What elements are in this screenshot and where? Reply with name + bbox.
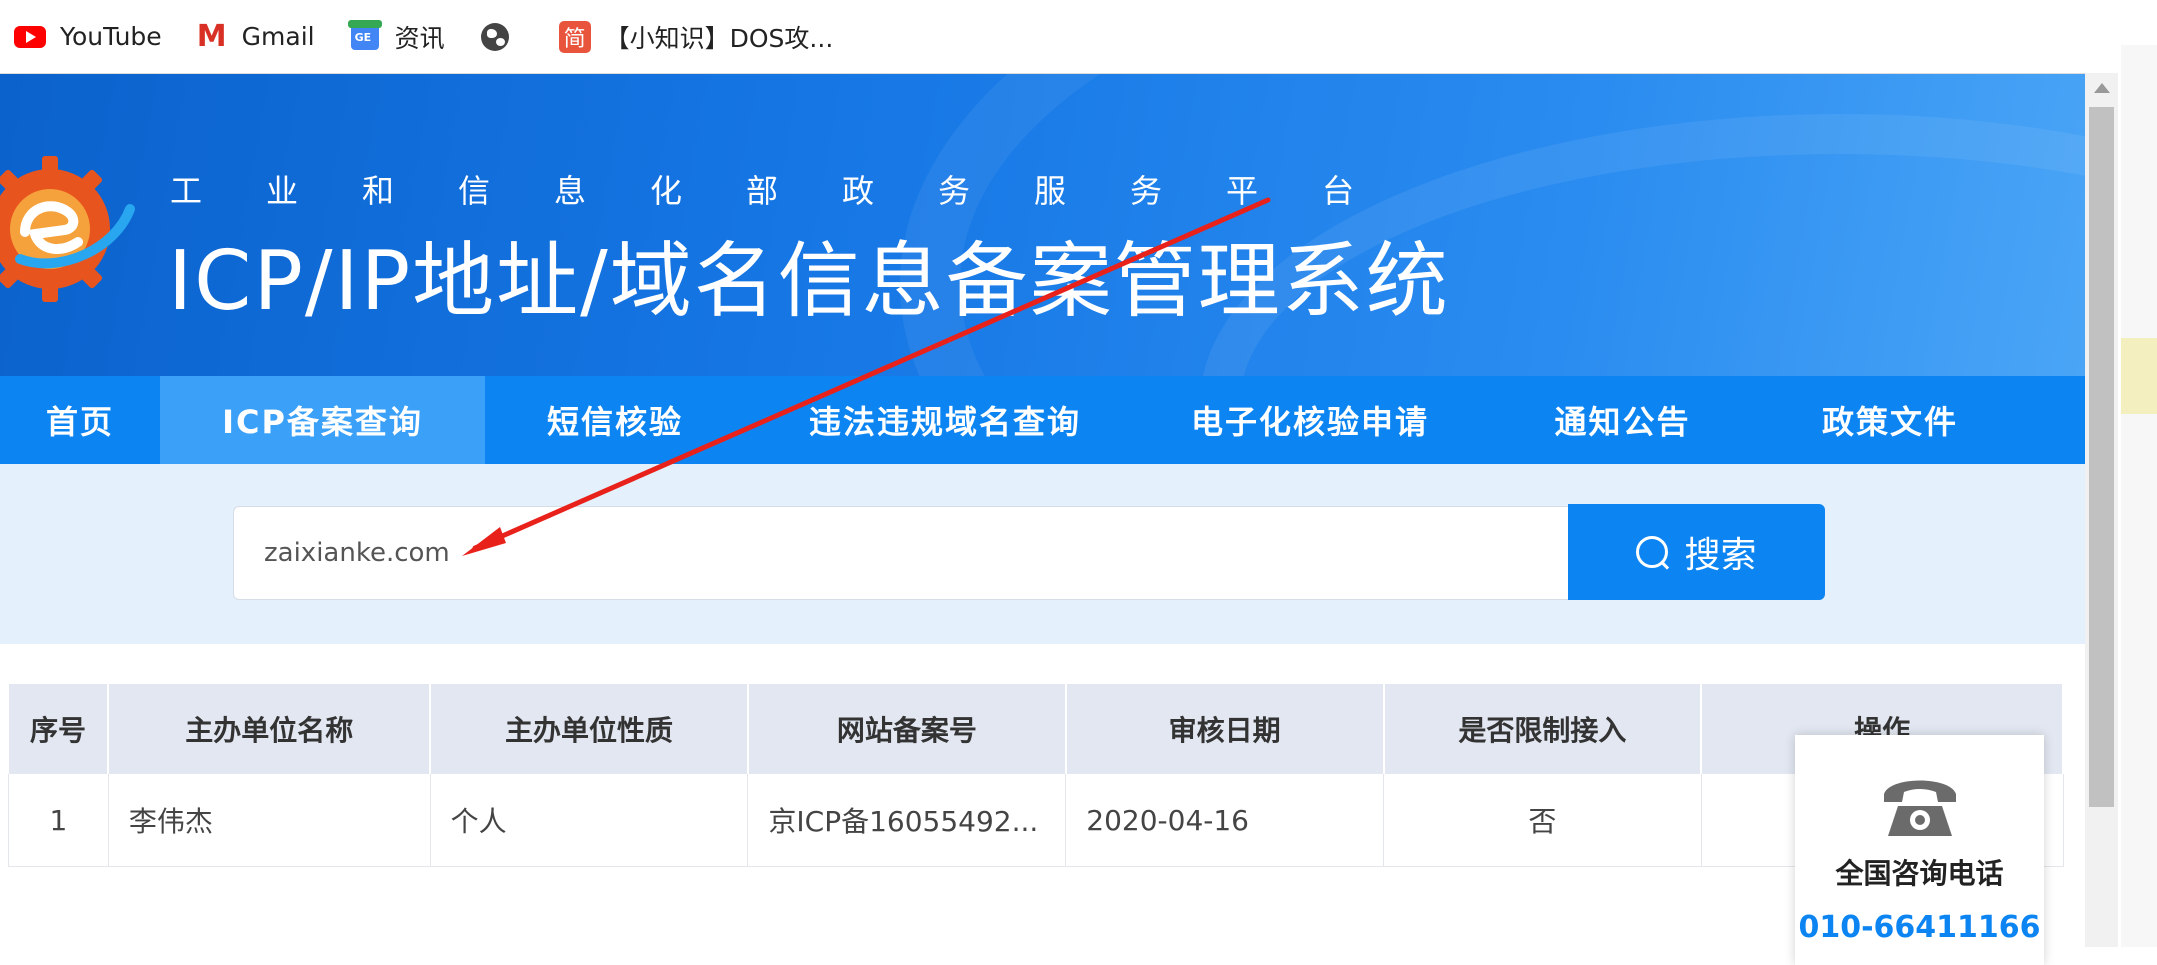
col-header-org-name: 主办单位名称: [108, 684, 432, 774]
bookmark-label: Gmail: [241, 22, 315, 51]
globe-icon: [479, 21, 511, 53]
vertical-scrollbar[interactable]: [2085, 73, 2118, 947]
gmail-icon: M: [196, 18, 227, 54]
cell-org-type: 个人: [430, 774, 749, 867]
bookmark-label: 【小知识】DOS攻...: [604, 23, 834, 53]
nav-notices[interactable]: 通知公告: [1475, 376, 1770, 464]
cell-index: 1: [8, 774, 109, 867]
table-row: 1 李伟杰 个人 京ICP备16055492... 2020-04-16 否: [8, 774, 2064, 867]
scrollbar-thumb[interactable]: [2089, 107, 2114, 807]
col-header-org-type: 主办单位性质: [430, 684, 749, 774]
bookmark-youtube[interactable]: YouTube: [14, 0, 162, 73]
consult-title: 全国咨询电话: [1835, 857, 2004, 890]
main-nav: 首页 ICP备案查询 短信核验 违法违规域名查询 电子化核验申请 通知公告 政策…: [0, 376, 2085, 464]
col-header-index: 序号: [8, 684, 110, 774]
bookmark-dos-article[interactable]: 简 【小知识】DOS攻...: [558, 0, 834, 73]
nav-sms-verify[interactable]: 短信核验: [485, 376, 745, 464]
col-header-access-restricted: 是否限制接入: [1383, 684, 1703, 774]
nav-icp-query[interactable]: ICP备案查询: [160, 376, 485, 464]
bookmarks-bar: YouTube M Gmail 资讯 简 【小知识】DOS攻...: [0, 0, 2118, 74]
header-banner: 工业和信息化部政务服务平台 ICP/IP地址/域名信息备案管理系统: [0, 74, 2085, 376]
search-area: 搜索: [0, 464, 2085, 644]
cell-org-name: 李伟杰: [108, 774, 431, 867]
search-button[interactable]: 搜索: [1568, 504, 1825, 600]
miit-logo-icon: [0, 156, 135, 302]
bookmark-label: YouTube: [60, 22, 162, 51]
scroll-up-arrow-icon[interactable]: [2094, 83, 2110, 93]
jianshu-icon: 简: [558, 20, 591, 53]
bookmark-gmail[interactable]: M Gmail: [196, 0, 315, 73]
telephone-icon: [1883, 780, 1956, 836]
cell-review-date: 2020-04-16: [1065, 774, 1385, 867]
col-header-icp-number: 网站备案号: [747, 684, 1067, 774]
table-header-row: 序号 主办单位名称 主办单位性质 网站备案号 审核日期 是否限制接入 操作: [8, 684, 2064, 774]
nav-e-verify-apply[interactable]: 电子化核验申请: [1145, 376, 1475, 464]
search-input[interactable]: [233, 506, 1568, 600]
nav-policy-docs[interactable]: 政策文件: [1770, 376, 2010, 464]
search-icon: [1636, 536, 1669, 568]
window-gutter-highlight: [2121, 338, 2157, 414]
banner-subtitle: 工业和信息化部政务服务平台: [170, 172, 1419, 210]
cell-access-restricted: 否: [1383, 774, 1702, 867]
consult-phone-number: 010-66411166: [1798, 910, 2041, 945]
nav-illegal-domain-query[interactable]: 违法违规域名查询: [745, 376, 1145, 464]
banner-title: ICP/IP地址/域名信息备案管理系统: [168, 234, 1450, 329]
cell-icp-number[interactable]: 京ICP备16055492...: [747, 774, 1067, 867]
nav-home[interactable]: 首页: [0, 376, 160, 464]
search-button-label: 搜索: [1684, 535, 1757, 576]
bookmark-globe[interactable]: [479, 0, 525, 73]
window-gutter-strip: [2121, 45, 2157, 947]
results-table: 序号 主办单位名称 主办单位性质 网站备案号 审核日期 是否限制接入 操作 1 …: [8, 684, 2064, 867]
bookmark-news[interactable]: 资讯: [347, 0, 445, 73]
youtube-icon: [14, 21, 46, 53]
news-icon: [347, 19, 382, 53]
col-header-review-date: 审核日期: [1065, 684, 1385, 774]
consult-panel[interactable]: 全国咨询电话 010-66411166: [1795, 735, 2044, 965]
bookmark-label: 资讯: [394, 23, 445, 53]
